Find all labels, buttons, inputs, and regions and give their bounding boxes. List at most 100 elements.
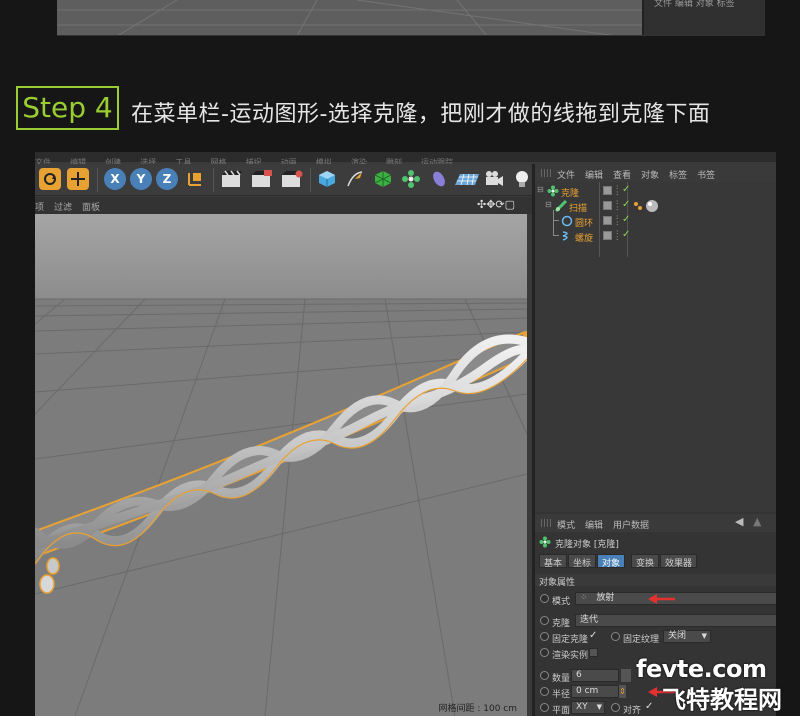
attr-menu-item[interactable]: 模式 bbox=[557, 518, 575, 531]
cube-object-icon[interactable] bbox=[316, 168, 338, 190]
object-row-cloner[interactable]: ⊟ 克隆 :: ✓ bbox=[535, 184, 776, 200]
forward-arrow-icon[interactable]: ▲ bbox=[753, 515, 761, 528]
tab-object[interactable]: 对象 bbox=[597, 554, 626, 569]
animate-radio[interactable] bbox=[611, 703, 620, 712]
layer-swatch-icon[interactable] bbox=[603, 201, 612, 210]
fix-clone-row: 固定克隆 ✓ 固定纹理 关闭 ▼ bbox=[535, 630, 776, 645]
panel-grip-icon[interactable] bbox=[541, 519, 553, 527]
animate-radio[interactable] bbox=[540, 616, 549, 625]
fix-clone-checkbox[interactable]: ✓ bbox=[589, 630, 597, 641]
render-picture-viewer-icon[interactable] bbox=[249, 168, 275, 190]
visibility-dots-icon[interactable]: :: bbox=[616, 184, 618, 197]
render-settings-icon[interactable] bbox=[279, 168, 305, 190]
animate-radio[interactable] bbox=[611, 632, 620, 641]
right-panels: 文件 编辑 查看 对象 标签 书签 ⊟ 克隆 :: ✓ ⊟ 扫描:: ✓ 圆… bbox=[532, 164, 776, 716]
viewport-menu-item[interactable]: 面板 bbox=[82, 200, 100, 213]
coordinate-system-icon[interactable] bbox=[184, 168, 206, 190]
collapse-icon[interactable]: ⊟ bbox=[537, 185, 544, 194]
enabled-check-icon[interactable]: ✓ bbox=[622, 184, 630, 195]
object-manager-menu: 文件 编辑 查看 对象 标签 书签 bbox=[535, 164, 776, 182]
object-menu-item[interactable]: 编辑 bbox=[585, 168, 603, 181]
rotate-tool-icon[interactable] bbox=[39, 168, 61, 190]
count-stepper[interactable] bbox=[621, 669, 631, 682]
z-axis-icon[interactable]: Z bbox=[156, 168, 178, 190]
mode-label: 模式 bbox=[552, 597, 571, 607]
object-menu-item[interactable]: 书签 bbox=[697, 168, 715, 181]
animate-radio[interactable] bbox=[540, 687, 549, 696]
plane-label: 平面 bbox=[552, 706, 571, 716]
chevron-down-icon: ▼ bbox=[701, 632, 707, 640]
floor-icon[interactable] bbox=[454, 168, 480, 190]
watermark-cn: 飞特教程网 bbox=[662, 686, 782, 714]
render-view-icon[interactable] bbox=[219, 168, 245, 190]
object-menu-item[interactable]: 对象 bbox=[641, 168, 659, 181]
mode-row: 模式 ⁘ 放射 bbox=[535, 592, 776, 607]
layer-swatch-icon[interactable] bbox=[603, 216, 612, 225]
panel-grip-icon[interactable] bbox=[541, 169, 553, 177]
radial-mode-icon: ⁘ bbox=[580, 593, 588, 603]
enabled-check-icon[interactable]: ✓ bbox=[622, 214, 630, 225]
tab-coord[interactable]: 坐标 bbox=[568, 554, 597, 569]
visibility-dots-icon[interactable]: :: bbox=[616, 214, 618, 227]
tree-connector bbox=[553, 210, 559, 221]
light-icon[interactable] bbox=[511, 168, 533, 190]
site-watermark: fevte.com 飞特教程网 bbox=[636, 655, 796, 714]
fix-clone-label: 固定克隆 bbox=[552, 635, 589, 645]
layer-swatch-icon[interactable] bbox=[603, 231, 612, 240]
viewport-navigation-icons[interactable]: ✣✥⟳▢ bbox=[477, 198, 515, 211]
viewport-menu-item[interactable]: 项 bbox=[35, 200, 44, 213]
object-row-sweep[interactable]: ⊟ 扫描 :: ✓ bbox=[535, 199, 776, 214]
deformer-icon[interactable] bbox=[428, 168, 450, 190]
pen-spline-icon[interactable] bbox=[344, 168, 366, 190]
count-input[interactable]: 6 bbox=[571, 669, 619, 682]
camera-icon[interactable] bbox=[483, 168, 505, 190]
material-ball-icon[interactable] bbox=[645, 199, 659, 213]
render-instances-checkbox[interactable] bbox=[589, 648, 598, 657]
enabled-check-icon[interactable]: ✓ bbox=[622, 199, 630, 210]
object-menu-item[interactable]: 文件 bbox=[557, 168, 575, 181]
attribute-tabs: 基本 坐标 对象 变换 效果器 bbox=[535, 554, 776, 570]
attr-menu-item[interactable]: 编辑 bbox=[585, 518, 603, 531]
back-arrow-icon[interactable]: ◀ bbox=[735, 515, 743, 528]
attr-menu-item[interactable]: 用户数据 bbox=[613, 518, 649, 531]
tab-basic[interactable]: 基本 bbox=[539, 554, 568, 569]
animate-radio[interactable] bbox=[540, 703, 549, 712]
animate-radio[interactable] bbox=[540, 648, 549, 657]
object-menu-item[interactable]: 查看 bbox=[613, 168, 631, 181]
visibility-dots-icon[interactable]: :: bbox=[616, 199, 618, 212]
tab-transform[interactable]: 变换 bbox=[631, 554, 660, 569]
subdivision-surface-icon[interactable] bbox=[372, 168, 394, 190]
material-tag-dots-icon[interactable] bbox=[633, 201, 643, 211]
radius-stepper[interactable]: ⇕ bbox=[619, 685, 626, 698]
move-tool-icon[interactable] bbox=[67, 168, 89, 190]
layer-swatch-icon[interactable] bbox=[603, 186, 612, 195]
section-title: 对象属性 bbox=[539, 578, 576, 588]
object-name[interactable]: 克隆 bbox=[561, 186, 579, 199]
plane-dropdown[interactable]: XY ▼ bbox=[571, 701, 605, 714]
y-axis-icon[interactable]: Y bbox=[130, 168, 152, 190]
x-axis-icon[interactable]: X bbox=[104, 168, 126, 190]
clones-label: 克隆 bbox=[552, 619, 571, 629]
enabled-check-icon[interactable]: ✓ bbox=[622, 229, 630, 240]
object-name[interactable]: 圆环 bbox=[575, 216, 593, 229]
attribute-object-title: 克隆对象 [克隆] bbox=[539, 536, 776, 550]
viewport-menu-item[interactable]: 过滤 bbox=[54, 200, 72, 213]
main-toolbar: X Y Z bbox=[35, 164, 532, 196]
cloner-icon[interactable] bbox=[400, 168, 422, 190]
object-name[interactable]: 扫描 bbox=[569, 201, 587, 214]
tree-connector bbox=[553, 221, 559, 236]
collapse-icon[interactable]: ⊟ bbox=[545, 200, 552, 209]
visibility-dots-icon[interactable]: :: bbox=[616, 229, 618, 242]
object-menu-item[interactable]: 标签 bbox=[669, 168, 687, 181]
object-name[interactable]: 螺旋 bbox=[575, 231, 593, 244]
animate-radio[interactable] bbox=[540, 671, 549, 680]
object-row-helix[interactable]: 螺旋 :: ✓ bbox=[535, 221, 776, 244]
tab-effectors[interactable]: 效果器 bbox=[660, 554, 698, 569]
radius-input[interactable]: 0 cm bbox=[571, 685, 619, 698]
clones-dropdown[interactable]: 迭代 bbox=[575, 614, 776, 627]
3d-viewport[interactable]: 网格间距 : 100 cm bbox=[35, 214, 527, 716]
animate-radio[interactable] bbox=[540, 594, 549, 603]
object-row-circle[interactable]: 圆环 :: ✓ bbox=[535, 210, 776, 229]
fix-texture-dropdown[interactable]: 关闭 ▼ bbox=[663, 630, 711, 643]
animate-radio[interactable] bbox=[540, 632, 549, 641]
